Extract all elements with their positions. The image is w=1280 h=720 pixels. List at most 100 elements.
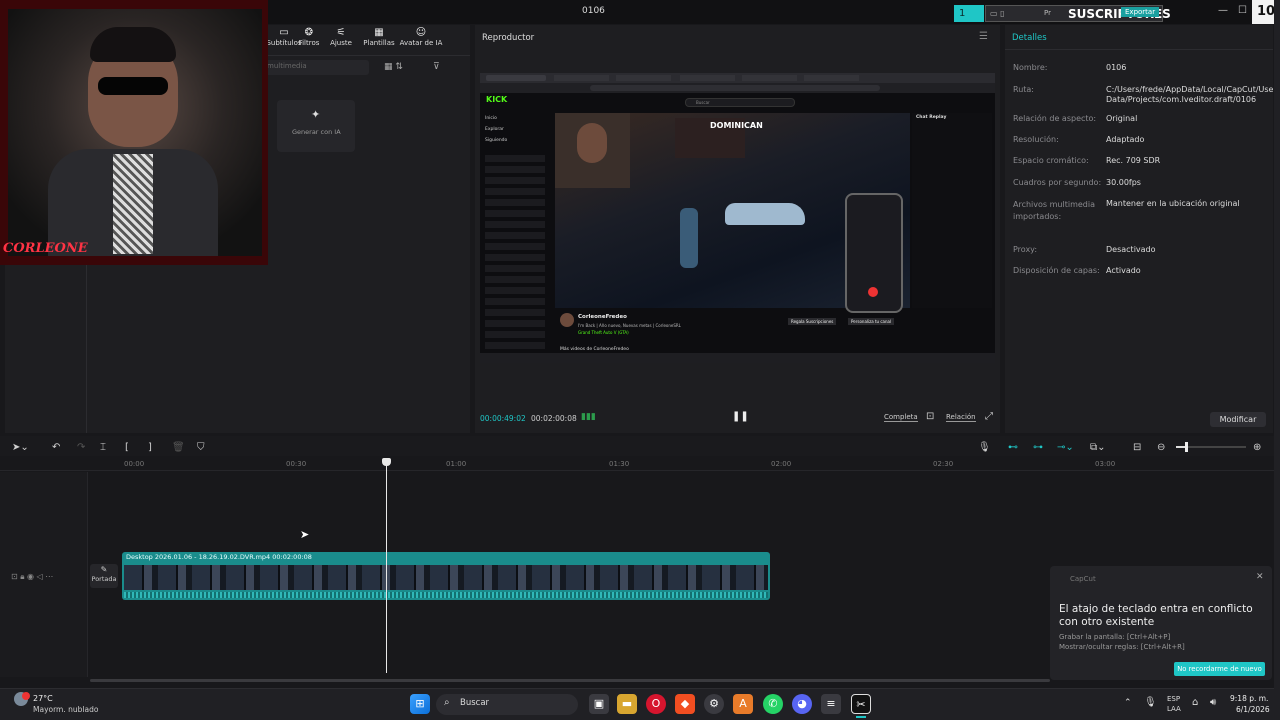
file-explorer-icon[interactable]: ▬: [617, 694, 637, 714]
select-tool-icon[interactable]: ➤⌄: [12, 442, 29, 453]
hangup-icon: [868, 287, 878, 297]
detail-value-name: 0106: [1106, 63, 1127, 72]
video-clip[interactable]: Desktop 2026.01.06 - 18.26.19.02.DVR.mp4…: [122, 552, 770, 600]
playhead-handle[interactable]: [382, 458, 391, 466]
ratio-button[interactable]: Relación: [946, 413, 976, 422]
detail-label-aspect: Relación de aspecto:: [1013, 114, 1097, 123]
delete-icon[interactable]: 🗑: [172, 442, 185, 453]
timeline-ruler[interactable]: [0, 457, 1275, 471]
detail-value-path: C:/Users/frede/AppData/Local/CapCut/User…: [1106, 85, 1277, 104]
ruler-tick: 00:00: [124, 460, 145, 468]
maximize-icon[interactable]: ☐: [1238, 5, 1247, 16]
network-icon[interactable]: ⌂: [1192, 697, 1198, 708]
lang-primary[interactable]: ESP: [1167, 695, 1180, 703]
app-icon[interactable]: ≡: [821, 694, 841, 714]
divider: [1005, 49, 1273, 50]
minimize-icon[interactable]: —: [1218, 5, 1228, 16]
browser-tab: [616, 75, 671, 81]
weather-desc: Mayorm. nublado: [33, 705, 99, 714]
track-lock-icon[interactable]: ⊡ 🔒︎ ◉ ◁ ⋯: [11, 572, 53, 582]
sparkle-icon: ✦: [311, 108, 321, 121]
stream-search: Buscar: [685, 98, 795, 107]
layout-icon[interactable]: ▭ ▯: [990, 9, 1005, 18]
zoom-in-icon[interactable]: ⊕: [1253, 442, 1261, 453]
phone-ui: [845, 193, 903, 313]
browser-address-bar: [480, 83, 995, 93]
link-icon[interactable]: ⊶: [1033, 442, 1043, 453]
detail-value-layers: Activado: [1106, 266, 1141, 275]
modify-button[interactable]: Modificar: [1210, 412, 1266, 427]
fullscreen-icon[interactable]: ⤢: [985, 411, 993, 422]
shield-icon[interactable]: ⛉: [197, 442, 205, 453]
detail-label-proxy: Proxy:: [1013, 245, 1038, 254]
stream-game: Grand Theft Auto V (GTA): [578, 330, 629, 335]
clip-thumbnails: [124, 565, 768, 590]
opera-icon[interactable]: O: [646, 694, 666, 714]
zoom-slider-handle[interactable]: [1185, 442, 1188, 452]
pause-icon[interactable]: ❚❚: [732, 411, 749, 422]
redo-icon[interactable]: ↷: [77, 442, 85, 453]
window-scrollbar[interactable]: [1274, 0, 1280, 720]
caption-icon[interactable]: ⊟: [1133, 442, 1141, 453]
tray-chevron-icon[interactable]: ⌃: [1124, 698, 1132, 708]
editor-icon[interactable]: A: [733, 694, 753, 714]
close-icon[interactable]: ✕: [1256, 572, 1264, 582]
export-button[interactable]: Exportar: [1121, 7, 1160, 17]
tray-mic-icon[interactable]: 🎙: [1144, 697, 1157, 708]
notification-line2: Mostrar/ocultar reglas: [Ctrl+Alt+R]: [1059, 643, 1185, 651]
clip-label: Desktop 2026.01.06 - 18.26.19.02.DVR.mp4…: [126, 553, 312, 561]
task-view-icon[interactable]: ▣: [589, 694, 609, 714]
microphone-icon[interactable]: 🎙: [978, 442, 991, 453]
menu-icon[interactable]: ☰: [979, 31, 988, 42]
notification-app: CapCut: [1070, 575, 1096, 583]
playhead[interactable]: [386, 458, 387, 673]
split-view-icon[interactable]: ⧉⌄: [1090, 442, 1106, 453]
discord-icon[interactable]: ◕: [792, 694, 812, 714]
total-time: 00:02:00:08: [531, 414, 577, 423]
pro-label: Pr: [1044, 9, 1051, 17]
undo-icon[interactable]: ↶: [52, 442, 60, 453]
detail-value-media: Mantener en la ubicación original: [1106, 199, 1240, 208]
start-icon[interactable]: ⊞: [410, 694, 430, 714]
ruler-tick: 01:30: [609, 460, 630, 468]
overlay-banner-badge: 1: [954, 5, 984, 22]
split-icon[interactable]: ⌶: [100, 442, 106, 453]
steam-icon[interactable]: ⚙: [704, 694, 724, 714]
zoom-out-icon[interactable]: ⊖: [1157, 442, 1165, 453]
brave-icon[interactable]: ◆: [675, 694, 695, 714]
cover-button[interactable]: ✎ Portada: [90, 564, 118, 588]
trim-right-icon[interactable]: ]: [148, 442, 152, 453]
templates-icon: ▦: [374, 27, 384, 38]
weather-temp: 27°C: [33, 694, 53, 703]
edit-icon: ✎: [100, 565, 108, 574]
horizontal-scrollbar[interactable]: [90, 679, 1050, 682]
whatsapp-icon[interactable]: ✆: [763, 694, 783, 714]
magnet-icon[interactable]: ⊷: [1008, 442, 1018, 453]
stream-overlay-text: DOMINICAN: [710, 121, 763, 130]
screenshot-icon[interactable]: ⊡: [926, 411, 934, 422]
clock-time: 9:18 p. m.: [1230, 694, 1269, 703]
lang-secondary[interactable]: LAA: [1167, 705, 1181, 713]
volume-icon[interactable]: 🔊︎: [1210, 697, 1216, 708]
full-quality-button[interactable]: Completa: [884, 413, 918, 422]
capcut-icon[interactable]: ✂: [851, 694, 871, 714]
taskbar-search[interactable]: ⌕ Buscar: [436, 694, 578, 715]
kick-nav-explore: Explorar: [485, 127, 504, 132]
trim-left-icon[interactable]: [: [125, 442, 129, 453]
filter-icon[interactable]: ⊽: [433, 62, 440, 72]
tab-ai-avatar[interactable]: ☺ Avatar de IA: [397, 27, 445, 49]
preview-axis-icon[interactable]: ⊸⌄: [1057, 442, 1074, 453]
grid-view-icon[interactable]: ▦ ⇅: [384, 62, 403, 72]
media-search-input[interactable]: multimedia: [263, 60, 369, 75]
streamer-face: [577, 123, 607, 163]
kick-nav-following: Siguiendo: [485, 138, 508, 143]
dont-remind-button[interactable]: No recordarme de nuevo: [1174, 662, 1265, 676]
zoom-slider[interactable]: [1176, 442, 1246, 452]
detail-value-proxy: Desactivado: [1106, 245, 1156, 254]
tab-adjust[interactable]: ⚟ Ajuste: [322, 27, 360, 49]
avatar-icon: ☺: [415, 27, 427, 38]
generate-ai-card[interactable]: ✦ Generar con IA: [277, 100, 355, 152]
detail-value-aspect: Original: [1106, 114, 1138, 123]
preview-video[interactable]: KICK Buscar Inicio Explorar Siguiendo DO…: [480, 73, 995, 363]
tab-templates[interactable]: ▦ Plantillas: [357, 27, 401, 49]
